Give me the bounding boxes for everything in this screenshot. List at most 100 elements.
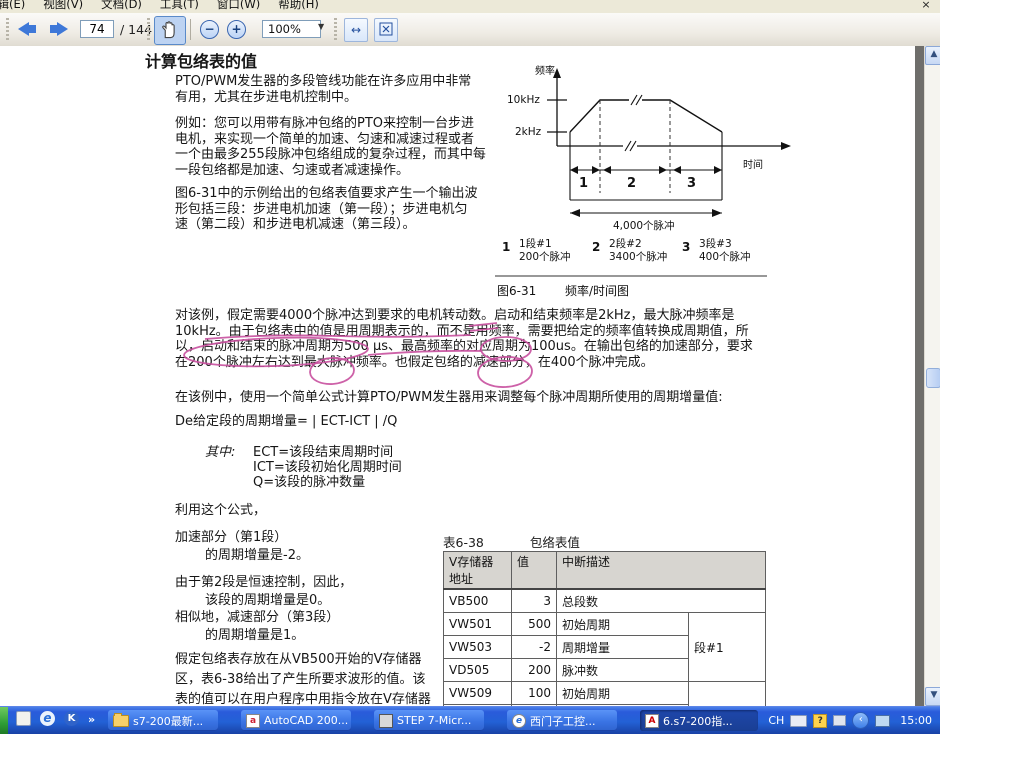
quick-launch-chevron-icon[interactable]: » bbox=[88, 713, 95, 726]
menu-help[interactable]: 帮助(H) bbox=[276, 0, 321, 12]
cell-desc: 周期增量 bbox=[557, 636, 689, 659]
menu-view[interactable]: 视图(V) bbox=[41, 0, 85, 12]
cell-segment-1: 段#1 bbox=[689, 613, 766, 682]
vertical-scrollbar[interactable]: ▲ ▼ bbox=[924, 46, 940, 706]
network-icon[interactable] bbox=[875, 715, 890, 727]
toolbar-grip[interactable] bbox=[147, 18, 150, 41]
keyboard-icon[interactable] bbox=[790, 715, 807, 727]
seg2-line2: 该段的周期增量是0。 bbox=[205, 593, 330, 609]
figure-caption-number: 图6-31 bbox=[497, 282, 536, 299]
where-ect: ECT=该段结束周期时间 bbox=[253, 445, 393, 461]
where-q: Q=该段的脉冲数量 bbox=[253, 475, 365, 491]
zoom-out-button[interactable]: − bbox=[200, 20, 219, 39]
help-icon[interactable]: ? bbox=[813, 714, 827, 728]
figure-caption-text: 频率/时间图 bbox=[565, 282, 629, 299]
table-caption: 表6-38 包络表值 bbox=[443, 532, 580, 551]
taskbar-button-siemens-ie[interactable]: e 西门子工控... bbox=[507, 710, 617, 731]
safely-remove-hardware-icon[interactable] bbox=[833, 715, 846, 726]
cell-value: 500 bbox=[512, 613, 557, 636]
scroll-down-button[interactable]: ▼ bbox=[925, 687, 940, 706]
seg1-line1: 加速部分（第1段） bbox=[175, 530, 287, 546]
paragraph-figure-ref: 图6-31中的示例给出的包络表值要求产生一个输出波 形包括三段：步进电机加速（第… bbox=[175, 186, 525, 233]
paragraph-vb500: 假定包络表存放在从VB500开始的V存储器 区，表6-38给出了产生所要求波形的… bbox=[175, 650, 455, 706]
arrow-right-tail bbox=[50, 25, 57, 33]
zoom-in-button[interactable]: + bbox=[227, 20, 246, 39]
cell-value: 200 bbox=[512, 659, 557, 682]
document-viewport[interactable]: 计算包络表的值 PTO/PWM发生器的多段管线功能在许多应用中非常 有用，尤其在… bbox=[0, 46, 940, 706]
taskbar-button-label: s7-200最新... bbox=[133, 713, 203, 729]
legend-3-pulses: 400个脉冲 bbox=[699, 251, 751, 264]
toolbar-grip[interactable] bbox=[6, 18, 9, 41]
start-button[interactable] bbox=[0, 707, 8, 734]
seg3-line1: 相似地，减速部分（第3段） bbox=[175, 610, 339, 626]
chevron-down-icon[interactable]: ▼ bbox=[318, 22, 324, 31]
y-axis-label: 频率 bbox=[535, 62, 555, 77]
next-page-button[interactable] bbox=[46, 18, 72, 40]
previous-page-button[interactable] bbox=[14, 18, 40, 40]
tray-chevron-icon[interactable]: ‹ bbox=[852, 712, 869, 729]
table-row: VW501 500 初始周期 段#1 bbox=[444, 613, 766, 636]
taskbar-button-label: 6.s7-200指... bbox=[663, 713, 733, 729]
taskbar-button-step7[interactable]: STEP 7-Micr... bbox=[374, 710, 484, 731]
paragraph-formula-intro: 在该例中，使用一个简单公式计算PTO/PWM发生器用来调整每个脉冲周期所使用的周… bbox=[175, 390, 795, 406]
paragraph-calculation: 对该例，假定需要4000个脉冲达到要求的电机转动数。启动和结束频率是2kHz，最… bbox=[175, 308, 775, 370]
ime-indicator[interactable]: CH bbox=[768, 714, 784, 727]
taskbar-button-autocad[interactable]: a AutoCAD 200... bbox=[241, 710, 351, 731]
k-app-icon[interactable]: K bbox=[64, 711, 79, 726]
hand-tool-button[interactable] bbox=[154, 16, 186, 45]
show-desktop-icon[interactable] bbox=[16, 711, 31, 729]
scroll-up-button[interactable]: ▲ bbox=[925, 46, 940, 65]
tick-2khz: 2kHz bbox=[515, 126, 541, 138]
cell-addr: VD505 bbox=[444, 659, 512, 682]
table-row: VB500 3 总段数 bbox=[444, 589, 766, 613]
cell-desc: 总段数 bbox=[557, 589, 766, 613]
taskbar-button-label: 西门子工控... bbox=[530, 713, 596, 729]
taskbar-button-s7-200-folder[interactable]: s7-200最新... bbox=[108, 710, 218, 731]
hand-icon bbox=[159, 20, 179, 40]
taskbar-button-label: STEP 7-Micr... bbox=[397, 714, 471, 727]
toolbar: / 144 − + 100% ▼ ↔ bbox=[0, 13, 940, 47]
col-value: 值 bbox=[512, 552, 557, 590]
menu-window[interactable]: 窗口(W) bbox=[215, 0, 262, 12]
cell-desc: 脉冲数 bbox=[557, 659, 689, 682]
zoom-level-field[interactable]: 100% bbox=[262, 20, 321, 38]
fit-width-button[interactable]: ↔ bbox=[344, 18, 368, 42]
seg3-line2: 的周期增量是1。 bbox=[205, 628, 304, 644]
legend-1-number: 1 bbox=[502, 240, 510, 254]
col-description: 中断描述 bbox=[557, 552, 766, 590]
where-ict: ICT=该段初始化周期时间 bbox=[253, 460, 402, 476]
tick-10khz: 10kHz bbox=[507, 94, 540, 106]
page-number-input[interactable] bbox=[80, 20, 114, 38]
cell-value: -2 bbox=[512, 636, 557, 659]
arrow-right-icon bbox=[57, 22, 68, 36]
cell-desc: 初始周期 bbox=[557, 613, 689, 636]
arrow-left-tail bbox=[29, 25, 36, 33]
fit-page-icon bbox=[379, 22, 393, 36]
desktop-screen: 编辑(E) 视图(V) 文档(D) 工具(T) 窗口(W) 帮助(H) × / … bbox=[0, 0, 1024, 768]
seg2-line1: 由于第2段是恒速控制，因此， bbox=[175, 575, 352, 591]
menu-document[interactable]: 文档(D) bbox=[99, 0, 144, 12]
paragraph-use-formula: 利用这个公式， bbox=[175, 503, 266, 519]
page-margin-background bbox=[915, 46, 924, 706]
taskbar-button-pdf-active[interactable]: A 6.s7-200指... bbox=[640, 710, 758, 731]
figure-lines bbox=[495, 60, 795, 308]
segment-2-number: 2 bbox=[627, 176, 636, 191]
taskbar-button-label: AutoCAD 200... bbox=[264, 714, 348, 727]
internet-explorer-icon: e bbox=[512, 714, 526, 728]
cell-addr: VB500 bbox=[444, 589, 512, 613]
legend-3-number: 3 bbox=[682, 240, 690, 254]
table-row: VW509 100 初始周期 段#2 bbox=[444, 682, 766, 705]
frequency-time-figure: 频率 10kHz 2kHz 时间 1 2 3 4,000个脉冲 1 1段#1 2… bbox=[495, 60, 795, 308]
internet-explorer-icon[interactable]: e bbox=[40, 711, 55, 726]
scrollbar-thumb[interactable] bbox=[926, 368, 940, 388]
toolbar-grip[interactable] bbox=[334, 18, 337, 41]
menu-edit[interactable]: 编辑(E) bbox=[0, 0, 27, 12]
legend-2-name: 2段#2 bbox=[609, 238, 642, 251]
menu-tools[interactable]: 工具(T) bbox=[158, 0, 201, 12]
step7-icon bbox=[379, 714, 393, 728]
page-title: 计算包络表的值 bbox=[145, 53, 257, 71]
system-tray: CH ? ‹ 15:00 bbox=[768, 707, 940, 734]
fit-page-button[interactable] bbox=[374, 18, 398, 42]
table-header-row: V存储器 地址 值 中断描述 bbox=[444, 552, 766, 590]
close-icon[interactable]: × bbox=[920, 0, 932, 11]
